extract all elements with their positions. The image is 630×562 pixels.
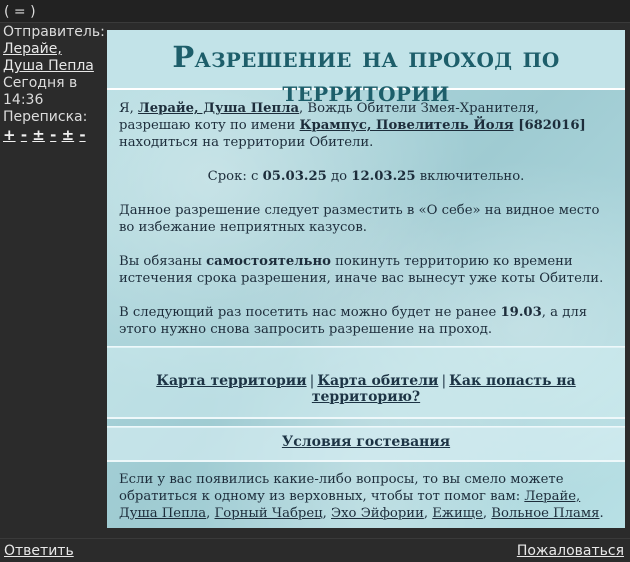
date-line-1: Сегодня в: [3, 75, 78, 91]
bold-fragment: самостоятельно: [206, 254, 331, 269]
conditions-section: Условия гостевания: [107, 427, 625, 460]
comma: ,: [423, 506, 433, 521]
sender-label: Отправитель:: [3, 24, 105, 40]
text-fragment: до: [326, 169, 352, 184]
paragraph-next-visit: В следующий раз посетить нас можно будет…: [119, 304, 613, 338]
text-fragment: Вы обязаны: [119, 254, 207, 269]
elder-link-4[interactable]: Ежище: [432, 506, 483, 521]
elder-link-5[interactable]: Вольное Пламя: [491, 506, 599, 521]
corr-minus-button-2[interactable]: -: [50, 126, 56, 144]
correspondence-label: Переписка:: [3, 109, 88, 125]
divider: [107, 460, 625, 462]
sender-link[interactable]: Лерайе, Душа Пепла: [3, 41, 94, 74]
leader-link[interactable]: Лерайе, Душа Пепла: [138, 101, 299, 116]
reply-link[interactable]: Ответить: [4, 543, 74, 559]
corr-plusminus-button-2[interactable]: ±: [62, 126, 75, 144]
cat-link[interactable]: Крампус, Повелитель Йоля: [300, 118, 514, 133]
comma: ,: [206, 506, 215, 521]
contacts-text: Если у вас появились какие-либо вопросы,…: [119, 471, 613, 522]
text-fragment: включительно.: [415, 169, 525, 184]
top-bar: ( = ): [0, 0, 630, 23]
links-section: Карта территории | Карта обители | Как попас…: [107, 347, 625, 417]
paragraph-intro: Я, Лерайе, Душа Пепла, Вождь Обители Зме…: [119, 100, 613, 151]
corr-plusminus-button-1[interactable]: ±: [32, 126, 45, 144]
text-fragment: находиться на территории Обители.: [119, 135, 374, 150]
sidebar: Отправитель: Лерайе, Душа Пепла Сегодня …: [0, 24, 106, 530]
date-line-2: 14:36: [3, 92, 44, 108]
term-line: Срок: с 05.03.25 до 12.03.25 включительн…: [119, 168, 613, 185]
term-to: 12.03.25: [351, 169, 416, 184]
next-visit-date: 19.03: [500, 305, 542, 320]
paragraph-placement: Данное разрешение следует разместить в «…: [119, 203, 600, 235]
permission-text: Я, Лерайе, Душа Пепла, Вождь Обители Зме…: [119, 100, 613, 355]
comma: ,: [482, 506, 492, 521]
page-title: Разрешение на проход по территории: [172, 40, 560, 108]
paragraph-obligation: Вы обязаны самостоятельно покинуть терри…: [119, 253, 613, 287]
territory-map-link[interactable]: Карта территории: [156, 373, 306, 389]
text-fragment: Я,: [119, 101, 139, 116]
footer-bar: Ответить Пожаловаться: [0, 538, 630, 562]
cat-id: [682016]: [513, 118, 586, 133]
text-fragment: Если у вас появились какие-либо вопросы,…: [119, 472, 564, 504]
corr-minus-button-3[interactable]: -: [79, 126, 85, 144]
title-banner: Разрешение на проход по территории: [107, 30, 625, 108]
corr-plus-button[interactable]: +: [3, 126, 16, 144]
abode-map-link[interactable]: Карта обители: [317, 373, 438, 389]
elder-link-2[interactable]: Горный Чабрец: [215, 506, 323, 521]
period: .: [599, 506, 604, 521]
message-panel: Разрешение на проход по территории Я, Ле…: [107, 30, 625, 528]
divider: [107, 417, 625, 419]
elder-link-3[interactable]: Эхо Эйфории: [331, 506, 424, 521]
correspondence-controls: + - ± - ± -: [0, 127, 106, 144]
conditions-link[interactable]: Условия гостевания: [282, 434, 450, 450]
separator: |: [441, 373, 447, 389]
links-row: Карта территории | Карта обители | Как попас…: [107, 373, 625, 405]
text-fragment: В следующий раз посетить нас можно будет…: [119, 305, 501, 320]
comma: ,: [322, 506, 332, 521]
text-fragment: Срок: с: [207, 169, 263, 184]
separator: |: [309, 373, 315, 389]
term-from: 05.03.25: [262, 169, 327, 184]
report-link[interactable]: Пожаловаться: [517, 543, 624, 559]
corr-minus-button[interactable]: -: [21, 126, 27, 144]
toggle-mark[interactable]: ( = ): [4, 4, 36, 20]
